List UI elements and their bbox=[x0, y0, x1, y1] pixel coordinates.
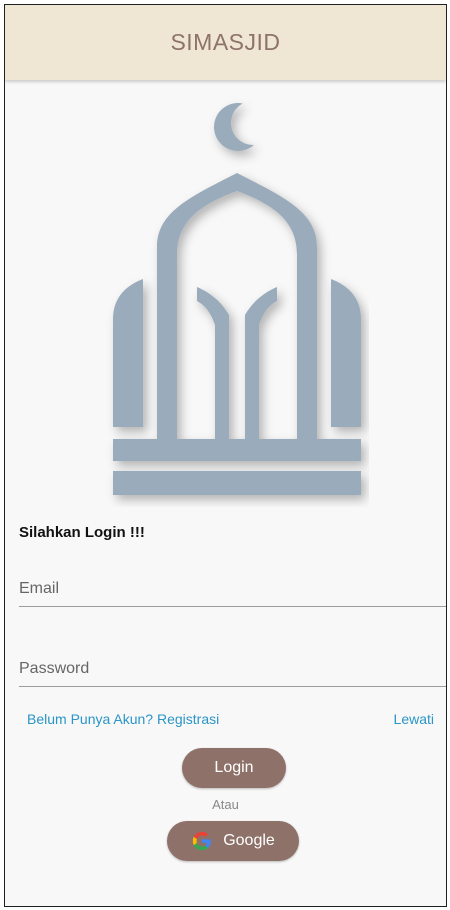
google-button-label: Google bbox=[223, 832, 275, 849]
google-signin-button[interactable]: Google bbox=[167, 821, 299, 861]
login-button-label: Login bbox=[214, 759, 254, 776]
google-icon bbox=[193, 831, 212, 851]
or-separator: Atau bbox=[212, 797, 239, 812]
app-screen: SIMASJID Silahkan Login !!! Email Belum … bbox=[4, 4, 447, 907]
mosque-icon bbox=[113, 103, 361, 495]
auth-links: Belum Punya Akun? Registrasi Lewati bbox=[27, 711, 434, 727]
password-field[interactable] bbox=[19, 642, 446, 687]
app-bar: SIMASJID bbox=[5, 5, 446, 80]
login-heading: Silahkan Login !!! bbox=[19, 524, 145, 541]
email-field[interactable] bbox=[19, 562, 446, 607]
login-button[interactable]: Login bbox=[182, 748, 286, 788]
skip-link[interactable]: Lewati bbox=[394, 711, 434, 727]
register-link[interactable]: Belum Punya Akun? Registrasi bbox=[27, 711, 219, 727]
password-input[interactable] bbox=[19, 660, 446, 678]
app-title: SIMASJID bbox=[170, 29, 281, 55]
email-input[interactable] bbox=[19, 580, 446, 598]
